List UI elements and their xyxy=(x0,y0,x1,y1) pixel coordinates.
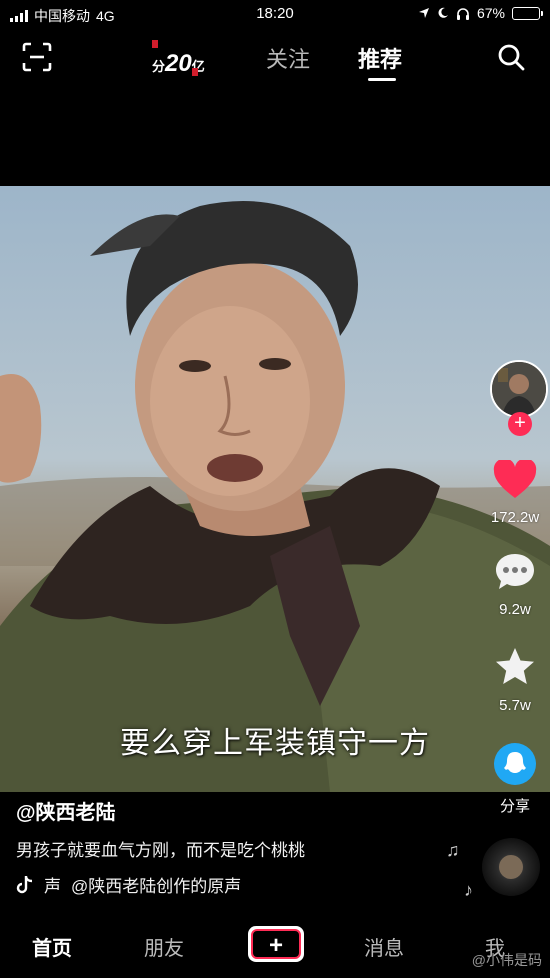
avatar[interactable] xyxy=(490,360,548,418)
favorite-button[interactable]: 5.7w xyxy=(480,646,550,714)
nav-home[interactable]: 首页 xyxy=(32,932,72,961)
watermark: @小伟是码 xyxy=(471,952,542,968)
promo-prefix: 分 xyxy=(152,59,166,74)
avatar-image xyxy=(492,362,546,416)
tab-recommend[interactable]: 推荐 xyxy=(358,42,402,74)
promo-badge[interactable]: 分20亿 xyxy=(148,38,218,78)
follow-plus-button[interactable]: + xyxy=(508,412,532,436)
music-disc-cover xyxy=(499,855,523,879)
comment-icon xyxy=(496,554,534,589)
plus-icon: + xyxy=(268,932,283,959)
battery-icon xyxy=(512,6,543,20)
bottom-nav: 首页 朋友 + 消息 我 xyxy=(0,912,550,978)
search-icon[interactable] xyxy=(496,42,526,72)
music-disc[interactable] xyxy=(482,838,540,896)
share-label: 分享 xyxy=(499,798,530,815)
heart-shape xyxy=(493,458,537,498)
heart-icon xyxy=(493,458,537,498)
like-button[interactable]: 172.2w xyxy=(480,458,550,526)
promo-dot xyxy=(152,40,158,48)
nav-messages[interactable]: 消息 xyxy=(364,932,404,961)
comment-button[interactable]: 9.2w xyxy=(480,552,550,618)
location-icon xyxy=(418,8,429,18)
post-caption: 男孩子就要血气方刚，而不是吃个桃桃 xyxy=(16,841,305,860)
favorite-count: 5.7w xyxy=(499,697,531,714)
create-button[interactable]: + xyxy=(245,926,304,962)
floating-note-icon: ♪ xyxy=(464,880,473,900)
tab-active-indicator xyxy=(368,78,396,81)
share-icon xyxy=(494,743,536,785)
promo-dot xyxy=(192,68,198,76)
tiktok-note-icon xyxy=(16,875,33,893)
music-prefix: 声 xyxy=(44,877,61,896)
like-count: 172.2w xyxy=(490,509,540,526)
video-frame xyxy=(0,201,550,792)
top-nav: 分20亿 关注 推荐 xyxy=(0,30,550,86)
tab-follow[interactable]: 关注 xyxy=(266,42,310,74)
nav-friends[interactable]: 朋友 xyxy=(144,932,184,961)
status-bar: 中国移动 4G 18:20 67% xyxy=(0,0,550,30)
video-subtitle: 要么穿上军装镇守一方 xyxy=(120,727,430,760)
promo-amount: 20 xyxy=(165,50,192,77)
floating-note-icon: ♫ xyxy=(446,840,460,860)
moon-icon xyxy=(438,7,448,18)
battery-percent: 67% xyxy=(476,5,505,21)
comment-count: 9.2w xyxy=(499,601,531,618)
music-row[interactable]: 声 @陕西老陆创作的原声 xyxy=(16,872,241,897)
create-button-core: + xyxy=(251,929,301,959)
video-player[interactable]: 要么穿上军装镇守一方 xyxy=(0,186,550,792)
scan-icon[interactable] xyxy=(22,42,52,72)
author-name[interactable]: @陕西老陆 xyxy=(16,796,116,825)
share-button[interactable]: 分享 xyxy=(480,742,550,816)
author-avatar-group[interactable]: + xyxy=(490,360,548,436)
headphones-icon xyxy=(456,7,469,20)
music-title: @陕西老陆创作的原声 xyxy=(71,877,242,896)
star-icon xyxy=(496,648,534,684)
status-right: 67% xyxy=(418,5,543,21)
